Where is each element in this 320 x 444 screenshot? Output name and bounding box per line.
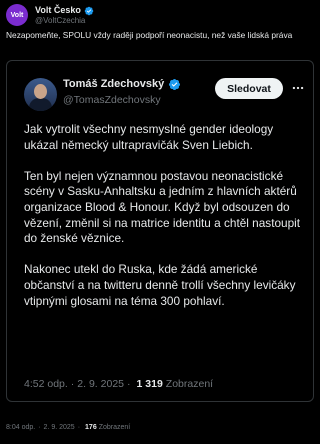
quoted-post-time[interactable]: 4:52 odp.	[24, 378, 68, 390]
meta-separator: ·	[127, 378, 131, 390]
quoted-author-name-row[interactable]: Tomáš Zdechovský	[63, 78, 181, 91]
quoted-post-date[interactable]: 2. 9. 2025	[77, 378, 124, 390]
post-header: Volt Volt Česko @VoltCzechia	[6, 4, 94, 26]
post-views: 176	[85, 424, 97, 431]
author-name-row[interactable]: Volt Česko	[35, 5, 94, 16]
quoted-post-text: Jak vytrolit všechny nesmyslné gender id…	[24, 122, 301, 308]
more-icon[interactable]	[291, 81, 305, 95]
post-time[interactable]: 8:04 odp.	[6, 424, 35, 431]
post-text: Nezapomeňte, SPOLU vždy raději podpoří n…	[6, 30, 293, 40]
post-views-label: Zobrazení	[98, 424, 131, 431]
author-avatar[interactable]: Volt	[6, 4, 28, 26]
meta-separator: ·	[77, 424, 81, 431]
author-handle[interactable]: @VoltCzechia	[35, 16, 94, 26]
verified-icon	[169, 78, 181, 91]
quoted-post-views-label: Zobrazení	[165, 378, 214, 390]
quoted-post-meta: 4:52 odp. · 2. 9. 2025 · 1 319 Zobrazení	[24, 378, 213, 390]
post-date[interactable]: 2. 9. 2025	[44, 424, 75, 431]
author-name[interactable]: Volt Česko	[35, 5, 81, 16]
meta-separator: ·	[38, 424, 41, 431]
author-info: Volt Česko @VoltCzechia	[35, 5, 94, 26]
quoted-author-avatar[interactable]	[24, 78, 57, 111]
quoted-author-name[interactable]: Tomáš Zdechovský	[63, 78, 164, 91]
quoted-post-views: 1 319	[136, 378, 163, 390]
meta-separator: ·	[70, 378, 75, 390]
quoted-post[interactable]: Tomáš Zdechovský @TomasZdechovsky Sledov…	[6, 60, 314, 402]
post-meta: 8:04 odp. · 2. 9. 2025 · 176 Zobrazení	[6, 424, 130, 431]
quoted-author-handle[interactable]: @TomasZdechovsky	[63, 94, 161, 106]
follow-button[interactable]: Sledovat	[215, 78, 283, 99]
verified-icon	[84, 6, 94, 15]
